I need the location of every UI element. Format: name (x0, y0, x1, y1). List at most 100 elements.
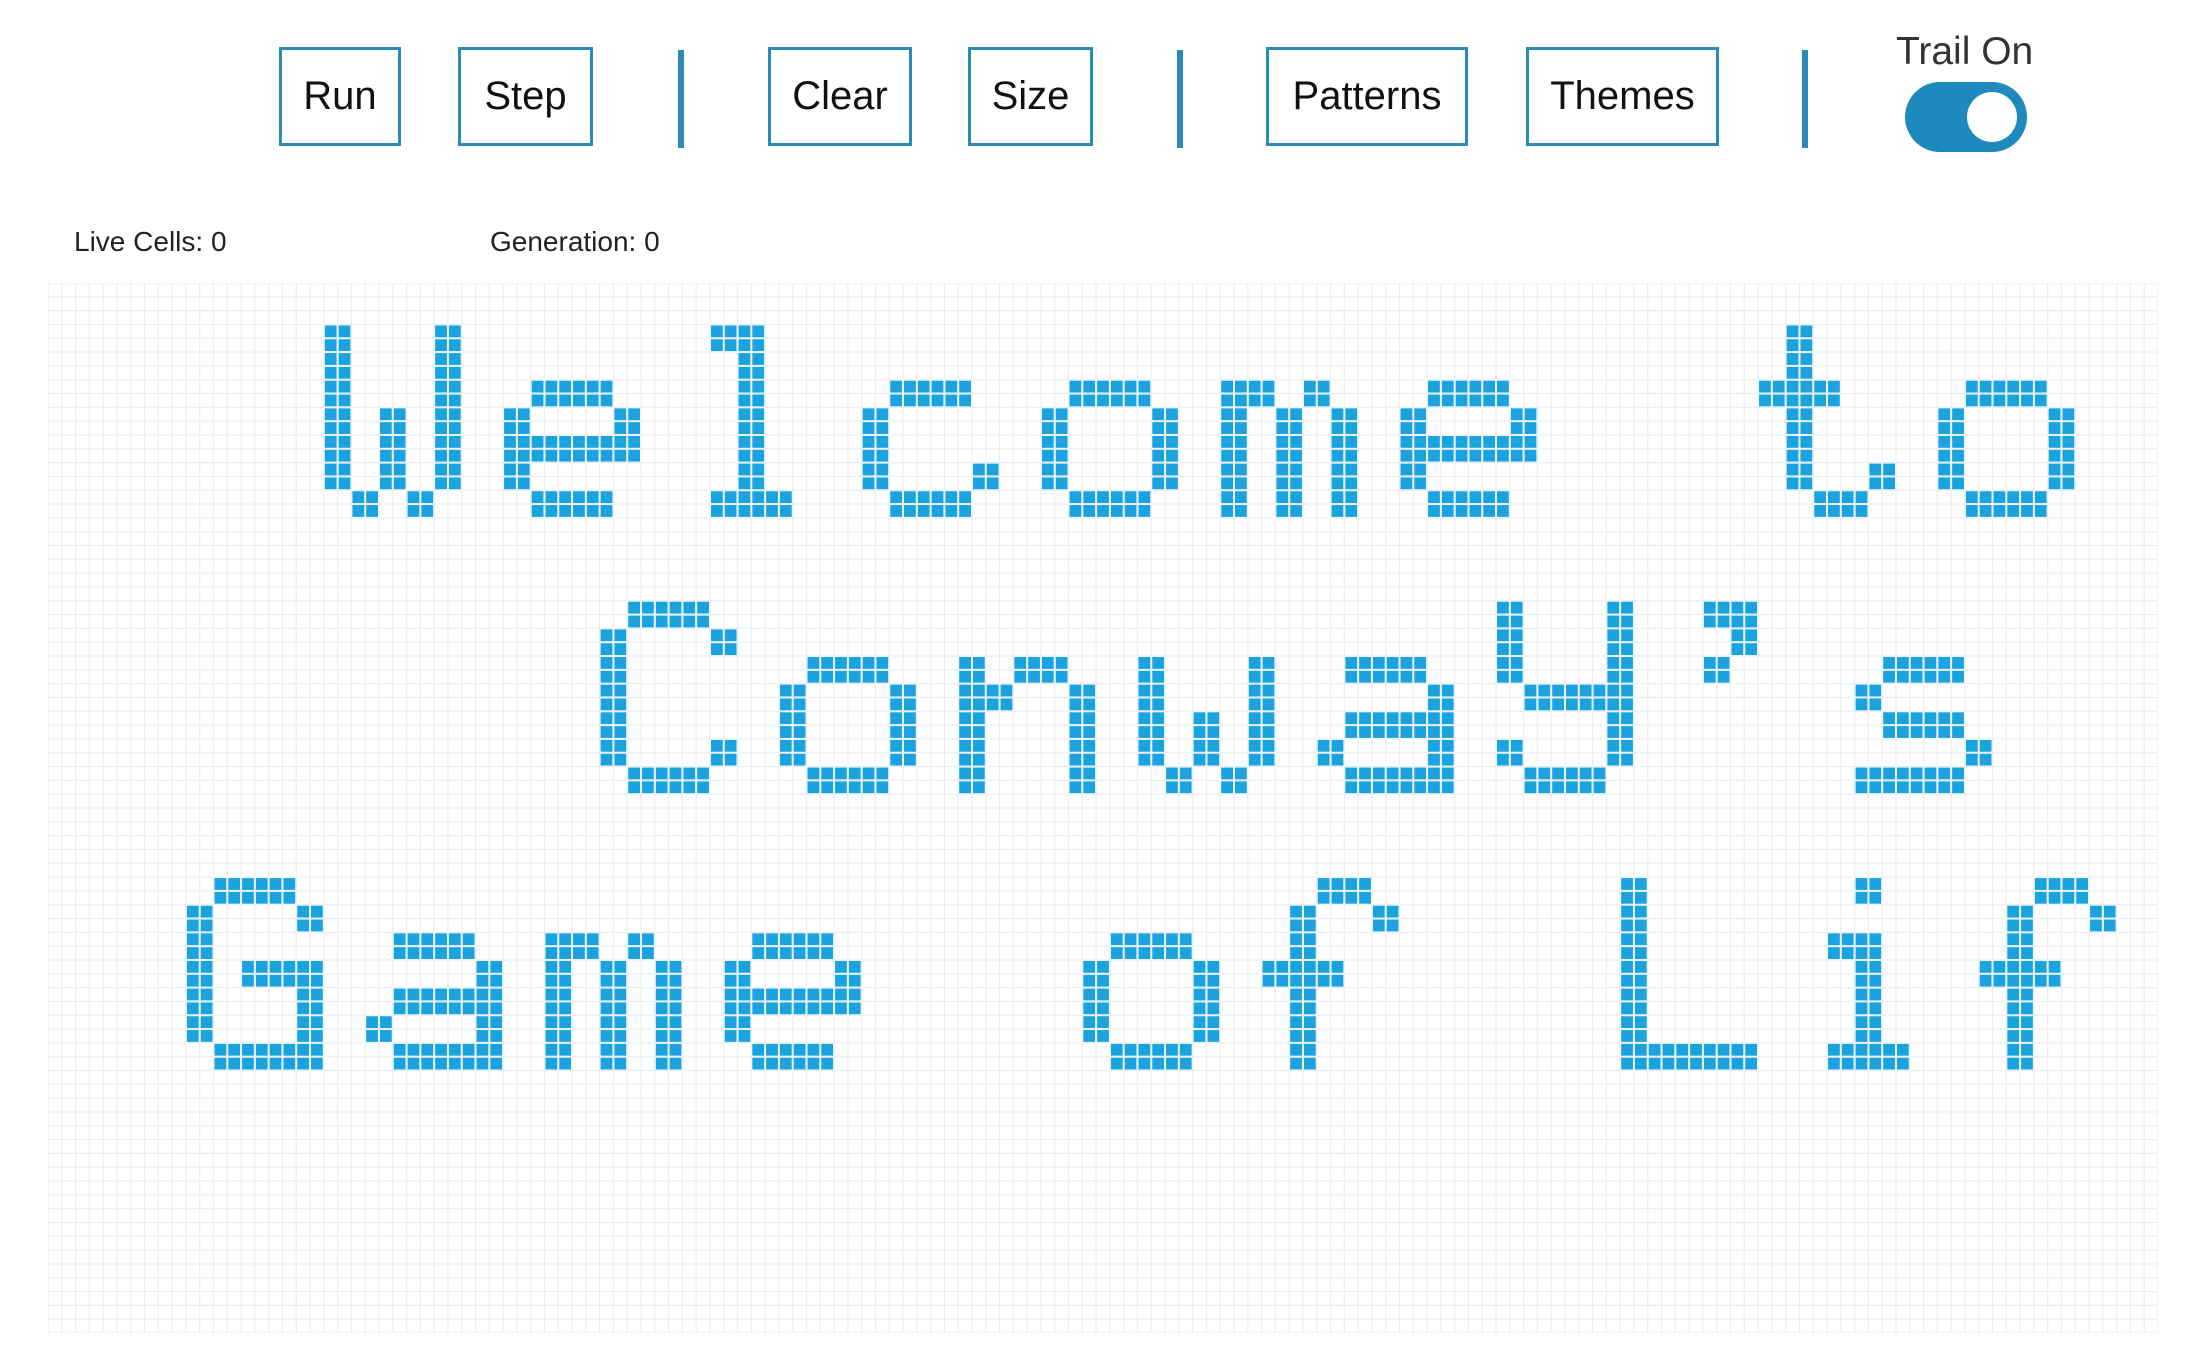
live-cell[interactable] (600, 753, 613, 766)
live-cell[interactable] (2007, 919, 2020, 932)
live-cell[interactable] (1786, 353, 1799, 365)
live-cell[interactable] (614, 753, 627, 766)
live-cell[interactable] (600, 1043, 613, 1056)
live-cell[interactable] (1510, 449, 1523, 462)
live-cell[interactable] (1607, 698, 1620, 711)
live-cell[interactable] (379, 1030, 392, 1042)
live-cell[interactable] (1952, 767, 1964, 780)
live-cell[interactable] (1235, 449, 1247, 462)
live-cell[interactable] (1290, 1057, 1302, 1070)
live-cell[interactable] (1538, 684, 1551, 697)
live-cell[interactable] (1110, 947, 1123, 959)
live-cell[interactable] (655, 988, 668, 1001)
live-cell[interactable] (407, 505, 420, 517)
live-cell[interactable] (393, 933, 406, 946)
live-cell[interactable] (848, 781, 861, 794)
live-cell[interactable] (311, 1030, 323, 1042)
live-cell[interactable] (614, 629, 627, 642)
live-cell[interactable] (1703, 1057, 1716, 1070)
live-cell[interactable] (710, 629, 723, 642)
live-cell[interactable] (1510, 408, 1523, 421)
live-cell[interactable] (655, 1057, 668, 1070)
live-cell[interactable] (917, 505, 930, 517)
live-cell[interactable] (1235, 477, 1247, 490)
live-cell[interactable] (448, 422, 461, 434)
live-cell[interactable] (1855, 698, 1868, 711)
live-cell[interactable] (1069, 712, 1082, 725)
live-cell[interactable] (421, 988, 434, 1001)
live-cell[interactable] (1193, 960, 1206, 973)
live-cell[interactable] (1166, 449, 1178, 462)
live-cell[interactable] (642, 933, 654, 946)
live-cell[interactable] (545, 1043, 558, 1056)
live-cell[interactable] (917, 491, 930, 504)
live-cell[interactable] (1290, 477, 1302, 490)
live-cell[interactable] (1069, 491, 1082, 504)
live-cell[interactable] (2048, 435, 2061, 448)
live-cell[interactable] (1414, 657, 1427, 669)
live-cell[interactable] (1855, 684, 1868, 697)
live-cell[interactable] (2021, 988, 2033, 1001)
live-cell[interactable] (904, 698, 916, 711)
live-cell[interactable] (1800, 394, 1813, 407)
live-cell[interactable] (559, 1030, 572, 1042)
live-cell[interactable] (1538, 781, 1551, 794)
live-cell[interactable] (1041, 449, 1054, 462)
live-cell[interactable] (1469, 435, 1482, 448)
live-cell[interactable] (614, 449, 627, 462)
live-cell[interactable] (669, 615, 682, 628)
live-cell[interactable] (821, 933, 834, 946)
live-cell[interactable] (435, 394, 447, 407)
live-cell[interactable] (1869, 781, 1882, 794)
live-cell[interactable] (1565, 684, 1578, 697)
live-cell[interactable] (1717, 670, 1730, 683)
live-cell[interactable] (297, 1030, 310, 1042)
live-cell[interactable] (600, 1016, 613, 1029)
live-cell[interactable] (1331, 435, 1344, 448)
live-cell[interactable] (614, 1043, 627, 1056)
live-cell[interactable] (448, 394, 461, 407)
live-cell[interactable] (752, 1057, 765, 1070)
live-cell[interactable] (1621, 891, 1633, 904)
live-cell[interactable] (848, 960, 861, 973)
live-cell[interactable] (1221, 449, 1234, 462)
live-cell[interactable] (738, 463, 751, 476)
live-cell[interactable] (1510, 435, 1523, 448)
live-cell[interactable] (1855, 1043, 1868, 1056)
live-cell[interactable] (710, 505, 723, 517)
live-cell[interactable] (1910, 726, 1923, 738)
live-cell[interactable] (972, 767, 985, 780)
live-cell[interactable] (242, 1057, 254, 1070)
live-cell[interactable] (600, 712, 613, 725)
live-cell[interactable] (779, 712, 792, 725)
live-cell[interactable] (1883, 726, 1895, 738)
live-cell[interactable] (2021, 505, 2033, 517)
live-cell[interactable] (972, 781, 985, 794)
live-cell[interactable] (1938, 449, 1951, 462)
live-cell[interactable] (1952, 422, 1964, 434)
live-cell[interactable] (1869, 1043, 1882, 1056)
live-cell[interactable] (255, 974, 268, 987)
live-cell[interactable] (752, 988, 765, 1001)
live-cell[interactable] (821, 781, 834, 794)
live-cell[interactable] (642, 947, 654, 959)
live-cell[interactable] (1510, 601, 1523, 614)
live-cell[interactable] (1965, 753, 1978, 766)
live-cell[interactable] (1290, 960, 1302, 973)
live-cell[interactable] (1331, 891, 1344, 904)
live-cell[interactable] (1607, 684, 1620, 697)
live-cell[interactable] (1428, 712, 1440, 725)
live-cell[interactable] (1317, 739, 1330, 752)
live-cell[interactable] (1179, 933, 1192, 946)
live-cell[interactable] (1731, 615, 1744, 628)
live-cell[interactable] (1965, 394, 1978, 407)
live-cell[interactable] (724, 491, 737, 504)
live-cell[interactable] (697, 767, 709, 780)
live-cell[interactable] (876, 408, 889, 421)
live-cell[interactable] (2007, 380, 2020, 393)
live-cell[interactable] (600, 657, 613, 669)
live-cell[interactable] (710, 325, 723, 338)
live-cell[interactable] (283, 974, 296, 987)
live-cell[interactable] (876, 781, 889, 794)
live-cell[interactable] (1221, 491, 1234, 504)
